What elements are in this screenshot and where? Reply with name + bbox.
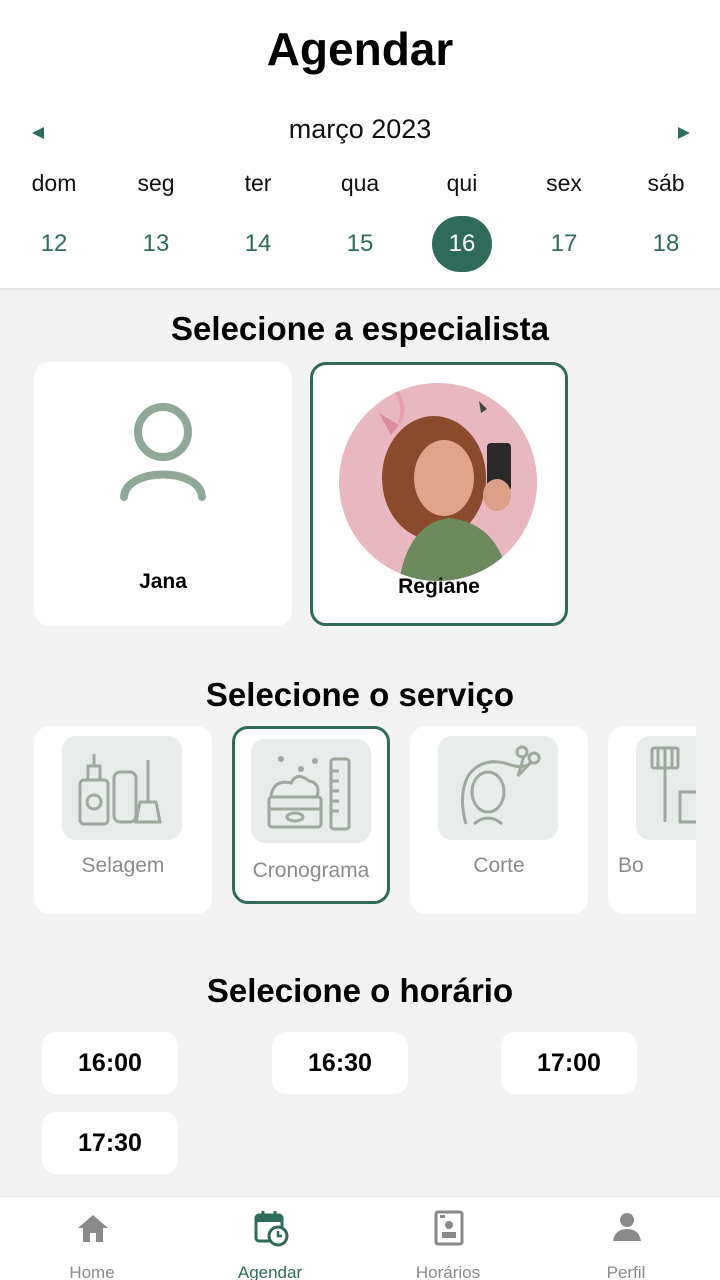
- service-card-partial[interactable]: Bo: [608, 726, 696, 914]
- month-navigator: março 2023: [0, 110, 720, 154]
- service-label: Bo: [618, 854, 644, 877]
- woman-scissors-icon: [438, 736, 558, 840]
- service-card-selagem[interactable]: Selagem: [34, 726, 212, 914]
- service-label: Selagem: [81, 854, 165, 877]
- schedule-card-icon: [434, 1210, 464, 1246]
- bottom-navigation: Home Agendar Horários Perfil: [0, 1196, 720, 1280]
- user-outline-icon: [120, 403, 206, 501]
- weekday-label: qui: [446, 170, 478, 196]
- hair-products-icon: [62, 736, 182, 840]
- time-slot-button[interactable]: 17:00: [501, 1032, 637, 1094]
- dye-brush-icon: [636, 736, 696, 840]
- nav-label: Home: [69, 1263, 115, 1280]
- specialist-card-jana[interactable]: Jana: [34, 362, 292, 626]
- person-icon: [613, 1213, 641, 1241]
- weekday-label: ter: [244, 170, 272, 196]
- next-month-button[interactable]: [668, 118, 698, 148]
- month-label: março 2023: [288, 114, 432, 144]
- specialist-name: Regiane: [398, 575, 480, 598]
- time-slot-button[interactable]: 17:30: [42, 1112, 178, 1174]
- weekday-label: sex: [546, 170, 582, 196]
- weekday-label: seg: [137, 170, 175, 196]
- time-slot-button[interactable]: 16:00: [42, 1032, 178, 1094]
- service-carousel[interactable]: Selagem Cronograma Corte Bo: [34, 726, 696, 916]
- weekday-row: dom seg ter qua qui sex sáb: [0, 170, 720, 202]
- nav-horarios[interactable]: Horários: [388, 1197, 508, 1280]
- service-label: Cronograma: [252, 859, 370, 882]
- calendar-clock-icon: [254, 1211, 289, 1247]
- specialist-section-title: Selecione a especialista: [171, 310, 549, 347]
- specialist-name: Jana: [139, 570, 187, 593]
- weekday-label: dom: [31, 170, 77, 196]
- home-icon: [78, 1215, 108, 1242]
- day-18[interactable]: 18: [636, 216, 696, 272]
- service-card-cronograma[interactable]: Cronograma: [232, 726, 390, 904]
- weekday-label: sáb: [647, 170, 685, 196]
- nav-agendar[interactable]: Agendar: [210, 1197, 330, 1280]
- day-17[interactable]: 17: [534, 216, 594, 272]
- nav-label: Horários: [415, 1263, 481, 1280]
- nav-home[interactable]: Home: [32, 1197, 152, 1280]
- triangle-right-icon: [678, 127, 690, 139]
- day-13[interactable]: 13: [126, 216, 186, 272]
- day-16-selected[interactable]: 16: [432, 216, 492, 272]
- weekday-label: qua: [340, 170, 380, 196]
- profile-photo: [339, 383, 537, 581]
- specialist-card-regiane[interactable]: Regiane: [310, 362, 568, 626]
- day-15[interactable]: 15: [330, 216, 390, 272]
- day-12[interactable]: 12: [24, 216, 84, 272]
- day-14[interactable]: 14: [228, 216, 288, 272]
- service-section-title: Selecione o serviço: [205, 676, 515, 713]
- service-card-corte[interactable]: Corte: [410, 726, 588, 914]
- cream-jar-comb-icon: [251, 739, 371, 843]
- time-section-title: Selecione o horário: [206, 972, 514, 1009]
- nav-label: Perfil: [606, 1263, 646, 1280]
- nav-perfil[interactable]: Perfil: [566, 1197, 686, 1280]
- service-label: Corte: [473, 854, 525, 877]
- time-slot-button[interactable]: 16:30: [272, 1032, 408, 1094]
- page-title: Agendar: [266, 23, 454, 75]
- day-row: 12 13 14 15 16 17 18: [0, 216, 720, 274]
- nav-label: Agendar: [237, 1263, 303, 1280]
- calendar-header: Agendar março 2023 dom seg ter qua qui s…: [0, 0, 720, 290]
